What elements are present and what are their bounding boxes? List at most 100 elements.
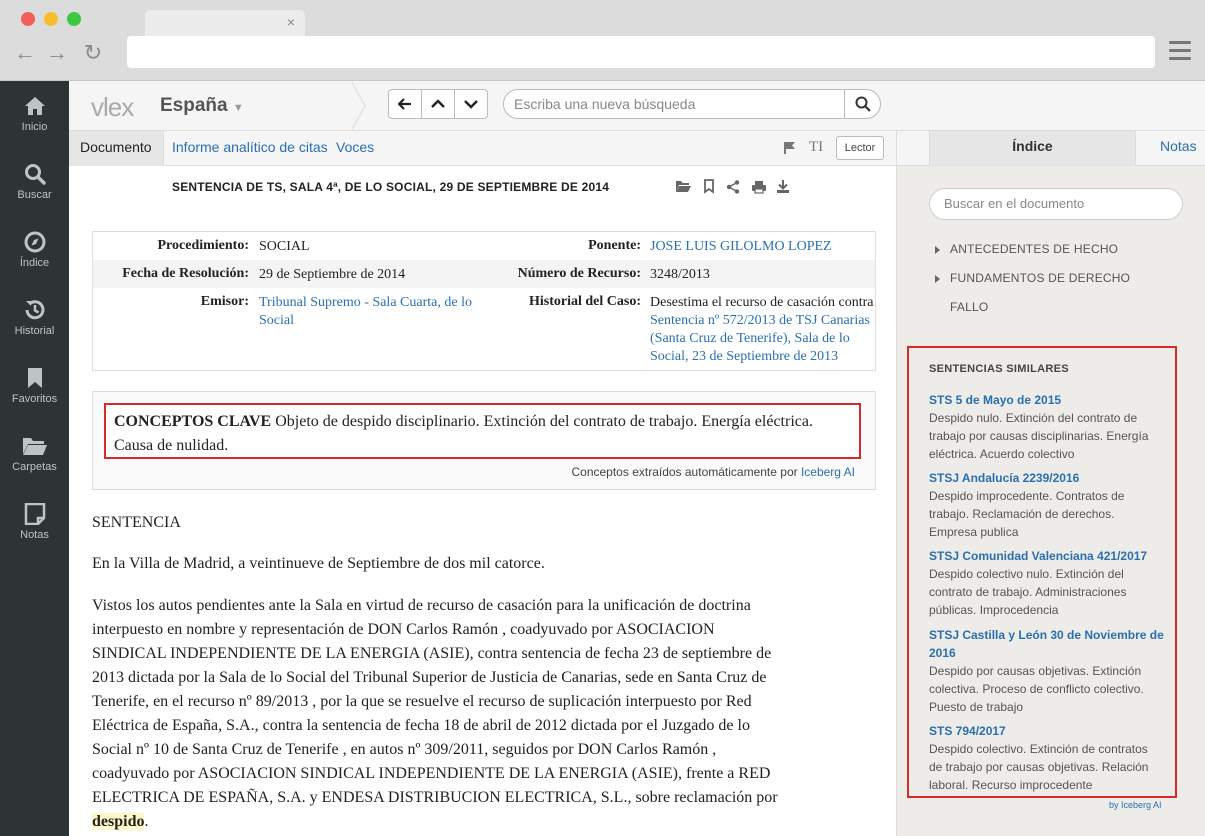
emisor-label: Emisor: [200,294,249,309]
similar-sentences-box: SENTENCIAS SIMILARES STS 5 de Mayo de 20… [907,346,1177,798]
similar-sentences-title: SENTENCIAS SIMILARES [929,363,1069,375]
historial-link[interactable]: (Santa Cruz de Tenerife) [650,331,788,346]
app-header: vlex España ▼ Escriba una nueva búsqueda [69,81,1205,131]
rail-item-inicio[interactable]: Inicio [0,95,69,133]
search-icon [24,164,46,185]
close-window-dot[interactable] [21,12,35,26]
note-icon [24,503,45,525]
similar-item: STS 794/2017 Despido colectivo. Extinció… [929,722,1171,794]
rail-item-historial[interactable]: Historial [0,299,69,337]
forward-arrow-icon[interactable]: → [44,40,70,66]
browser-tab[interactable]: × [145,10,305,38]
rail-item-favoritos[interactable]: Favoritos [0,367,69,405]
tab-voces[interactable]: Voces [336,131,374,166]
paragraph-line: SINDICAL INDEPENDIENTE DE LA ENERGIA (AS… [92,645,772,662]
address-bar[interactable] [127,36,1155,68]
concepts-footer-text: Conceptos extraídos automáticamente por [571,465,801,479]
tab-documento[interactable]: Documento [69,131,164,166]
by-iceberg-link[interactable]: by Iceberg AI [1109,800,1162,810]
share-icon[interactable] [726,180,740,194]
similar-item-desc: trabajo. Reclamación de derechos. [929,507,1115,521]
historial-value: Desestima el recurso de casación contra … [650,295,874,364]
paragraph-line: despido. [92,810,872,834]
numero-value: 3248/2013 [650,267,710,282]
triangle-right-icon [935,245,940,254]
emisor-link[interactable]: Tribunal Supremo - Sala Cuarta, de lo Soc… [259,294,489,330]
similar-item-link[interactable]: STSJ Comunidad Valenciana 421/2017 [929,547,1171,565]
rail-item-carpetas[interactable]: Carpetas [0,435,69,473]
paragraph-line: interpuesto en nombre y representación d… [92,621,715,638]
index-item-fallo[interactable]: FALLO [935,300,988,314]
tab-notas[interactable]: Notas [1160,131,1197,161]
ponente-link[interactable]: JOSE LUIS GILOLMO LOPEZ [650,238,832,256]
folder-icon[interactable] [675,180,691,193]
rail-item-buscar[interactable]: Buscar [0,163,69,201]
chevron-down-icon [464,100,478,109]
fecha-value: 29 de Septiembre de 2014 [259,267,406,282]
rail-item-notas[interactable]: Notas [0,503,69,541]
tab-informe-analitico[interactable]: Informe analítico de citas [172,131,328,166]
historial-link[interactable]: Sala de lo [795,331,850,346]
flag-icon[interactable] [783,141,797,155]
country-label: España [160,95,228,116]
similar-item-link[interactable]: STS 5 de Mayo de 2015 [929,391,1171,409]
search-icon [855,96,871,112]
download-icon[interactable] [776,179,790,194]
maximize-window-dot[interactable] [67,12,81,26]
concepts-footer: Conceptos extraídos automáticamente por … [571,465,855,479]
print-icon[interactable] [751,180,767,194]
browser-menu-icon[interactable] [1169,41,1191,65]
minimize-window-dot[interactable] [44,12,58,26]
rail-label: Buscar [17,189,52,201]
text-size-icon[interactable]: TI [809,139,823,156]
arrow-left-icon [398,98,411,110]
scroll-up-button[interactable] [421,89,455,119]
index-label: FALLO [950,300,989,314]
similar-item-desc: Puesto de trabajo [929,700,1024,714]
browser-chrome: × ← → ↻ [0,0,1205,81]
index-label: ANTECEDENTES DE HECHO [950,242,1119,256]
similar-item-desc: Empresa publica [929,525,1019,539]
procedimiento-label: Procedimiento: [157,238,250,253]
vlex-logo[interactable]: vlex [91,92,134,123]
fecha-label: Fecha de Resolución: [122,266,249,281]
reload-icon[interactable]: ↻ [80,40,106,66]
similar-item-desc: eléctrica. Acuerdo colectivo [929,447,1075,461]
tab-close-icon[interactable]: × [287,14,295,30]
similar-item-link[interactable]: STSJ Andalucía 2239/2016 [929,469,1171,487]
rail-item-indice[interactable]: Índice [0,231,69,269]
tab-indice[interactable]: Índice [929,131,1136,166]
similar-item-link[interactable]: STSJ Castilla y León 30 de Noviembre de … [929,626,1171,662]
similar-item-link[interactable]: STS 794/2017 [929,722,1171,740]
similar-item-desc: laboral. Recurso improcedente [929,778,1093,792]
index-item-antecedentes[interactable]: ANTECEDENTES DE HECHO [935,242,1118,256]
historial-link[interactable]: Social, 23 de Septiembre de 2013 [650,349,838,364]
bookmark-icon[interactable] [703,179,715,194]
lector-button[interactable]: Lector [836,136,884,160]
chevron-up-icon [431,99,445,108]
rail-label: Notas [20,529,49,541]
similar-item: STSJ Andalucía 2239/2016 Despido improce… [929,469,1171,541]
prev-document-button[interactable] [388,89,422,119]
iceberg-ai-link[interactable]: Iceberg AI [801,465,855,479]
historial-link[interactable]: Sentencia nº 572/2013 de TSJ Canarias [650,313,870,328]
similar-item-desc: Despido nulo. Extinción del contrato de [929,411,1138,425]
similar-item-desc: de trabajo por causas objetivas. Relació… [929,760,1149,774]
history-nav-group [388,89,488,119]
scroll-down-button[interactable] [454,89,488,119]
bookmark-icon [27,368,42,388]
search-submit-button[interactable] [845,89,881,119]
concepts-box: CONCEPTOS CLAVE Objeto de despido discip… [104,403,861,459]
document-search-input[interactable]: Buscar en el documento [929,188,1183,220]
folder-icon [22,438,47,455]
paragraph-line: 2013 dictada por la Sala de lo Social de… [92,669,767,686]
index-item-fundamentos[interactable]: FUNDAMENTOS DE DERECHO [935,271,1130,285]
similar-item-desc: públicas. Improcedencia [929,603,1059,617]
highlighted-term: despido [92,813,145,830]
similar-item-desc: contrato de trabajo. Administraciones [929,585,1127,599]
new-search-input[interactable]: Escriba una nueva búsqueda [503,89,845,119]
document-title: SENTENCIA DE TS, SALA 4ª, DE LO SOCIAL, … [172,180,610,194]
back-arrow-icon[interactable]: ← [12,40,38,66]
country-selector[interactable]: España ▼ [160,95,244,117]
concepts-label: CONCEPTOS CLAVE [114,413,272,430]
